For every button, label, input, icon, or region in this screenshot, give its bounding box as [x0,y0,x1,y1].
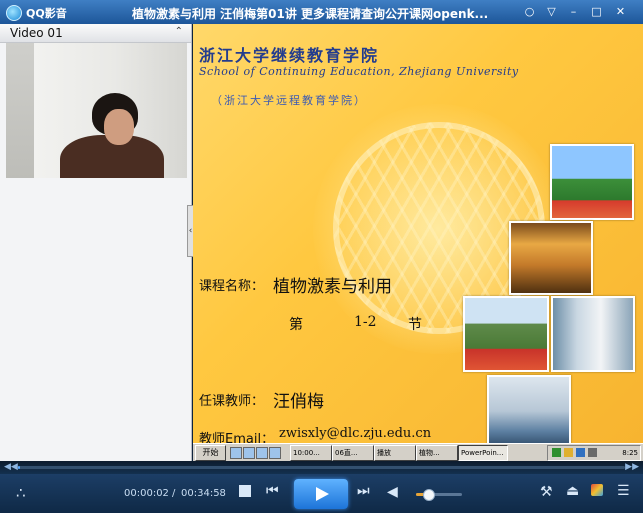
campus-photo-garden [550,144,634,220]
window-title: 植物激素与利用 汪俏梅第01讲 更多课程请查询公开课网openk... [132,7,489,21]
section-suffix: 节 [408,317,422,333]
seek-back-icon[interactable]: ◀◀ [4,461,18,474]
embedded-task-active: PowerPoin... [458,445,508,461]
school-name-cn: 浙江大学继续教育学院 [199,46,380,65]
footprint-icon[interactable]: ∴ [16,484,26,502]
tray-blue-icon [576,448,585,457]
quicklaunch-ie-icon [230,447,242,459]
playlist-icon[interactable]: ☰ [617,483,630,499]
control-bar: ∴ 00:00:02 / 00:34:58 ⏮ ⏭ ◀ ⚒ ⏏ ☰ [0,474,643,513]
tray-yellow-icon [564,448,573,457]
volume-slider[interactable] [416,489,462,501]
embedded-start-button: 开始 [195,445,226,461]
course-name-value: 植物激素与利用 [273,277,392,297]
section-number: 1-2 [354,314,377,330]
embedded-windows-taskbar: 开始 10:00... 06直... 播放 植物... PowerPoin...… [193,443,643,462]
embedded-task: 06直... [332,445,374,461]
embedded-task: 10:00... [290,445,332,461]
time-separator: / [172,488,176,499]
eject-icon[interactable]: ⏏ [566,483,579,499]
embedded-system-tray: 8:25 [547,445,641,461]
campus-photo-building [463,296,549,372]
qq-player-logo-icon [6,5,22,21]
play-icon [316,487,329,501]
tray-green-icon [552,448,561,457]
chat-bubble-icon[interactable]: ○ [522,5,537,19]
quicklaunch-media-icon [256,447,268,459]
video-pane-title: Video 01 [10,26,63,40]
school-name-en: School of Continuing Education, Zhejiang… [199,65,519,78]
lecture-slide: 浙江大学继续教育学院 School of Continuing Educatio… [193,24,643,443]
close-button[interactable]: ✕ [613,5,628,19]
seek-forward-icon[interactable]: ▶▶ [625,461,639,474]
video-pane: Video 01 ⌃ [0,24,192,461]
volume-icon[interactable]: ◀ [387,484,398,500]
teacher-name: 汪俏梅 [273,392,324,412]
video-door [6,43,34,178]
skin-palette-icon[interactable] [591,484,603,496]
play-button[interactable] [294,479,348,509]
seek-bar[interactable]: ◀◀ ▶▶ [0,461,643,474]
seek-progress [18,466,21,469]
quicklaunch-folder-icon [269,447,281,459]
embedded-start-label: 开始 [202,448,219,457]
previous-button[interactable]: ⏮ [266,483,279,499]
app-name: QQ影音 [26,7,67,20]
time-current: 00:00:02 [124,488,169,499]
video-pane-header: Video 01 ⌃ [0,24,191,43]
embedded-task: 植物... [416,445,458,461]
course-name-label: 课程名称： [199,279,265,294]
volume-knob[interactable] [422,489,435,501]
lecturer-video[interactable] [6,43,187,178]
qq-player-window: QQ影音 植物激素与利用 汪俏梅第01讲 更多课程请查询公开课网openk...… [0,0,643,513]
video-lecturer-face [104,109,134,145]
school-subtitle: （浙江大学远程教育学院） [211,94,367,107]
embedded-clock: 8:25 [622,449,638,457]
campus-photo-computer-lab [551,296,635,372]
campus-photo-classroom [487,375,571,443]
campus-photo-hall [509,221,593,295]
maximize-button[interactable]: □ [589,5,604,19]
tools-wrench-icon[interactable]: ⚒ [540,484,553,500]
teacher-label: 任课教师： [199,394,265,409]
quicklaunch-desktop-icon [243,447,255,459]
title-bar[interactable]: QQ影音 植物激素与利用 汪俏梅第01讲 更多课程请查询公开课网openk...… [0,0,643,24]
next-button[interactable]: ⏭ [357,483,370,499]
tray-volume-icon [588,448,597,457]
minimize-button[interactable]: – [566,5,581,19]
skin-shirt-icon[interactable]: ▽ [544,5,559,19]
seek-track[interactable] [18,466,625,469]
email-value: zwisxly@dlc.zju.edu.cn [279,426,432,441]
section-prefix: 第 [289,317,303,333]
time-total: 00:34:58 [181,488,226,499]
stop-button[interactable] [239,485,251,497]
collapse-up-icon[interactable]: ⌃ [175,26,183,37]
email-label: 教师Email： [199,432,275,443]
embedded-task: 播放 [374,445,416,461]
